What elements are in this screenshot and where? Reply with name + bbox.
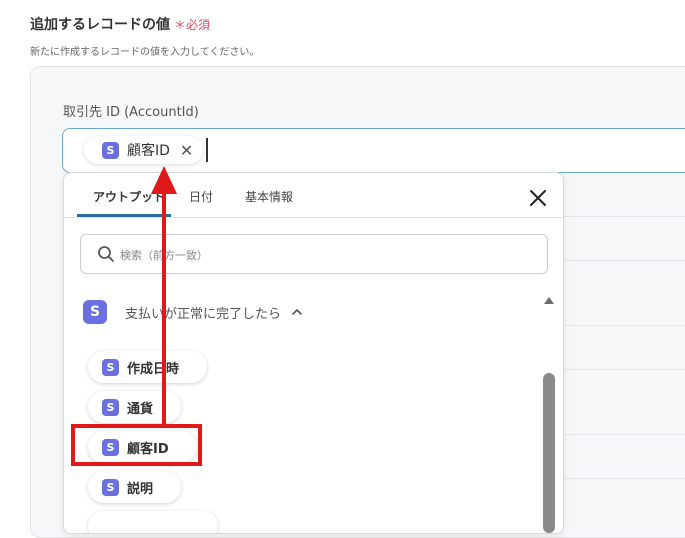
annotation-highlight-box [71, 424, 202, 466]
